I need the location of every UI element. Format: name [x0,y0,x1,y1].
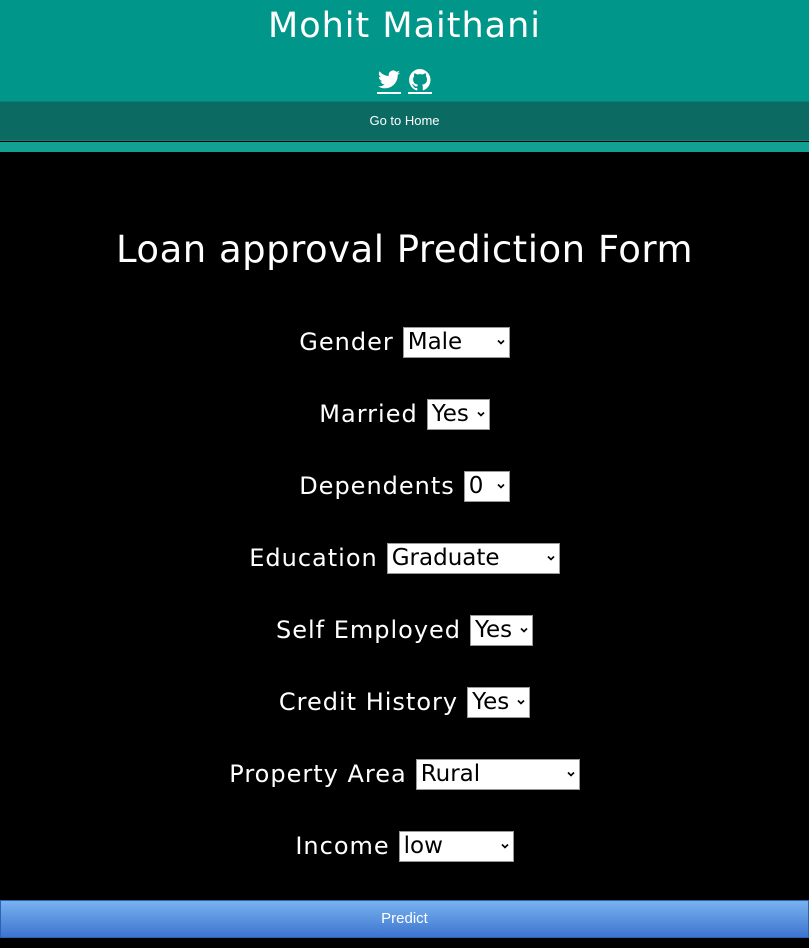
self-employed-select[interactable]: Yes [470,614,534,646]
twitter-icon [378,70,400,89]
chevron-down-icon [497,483,505,489]
education-select[interactable]: Graduate [386,542,560,574]
education-label: Education [249,544,378,572]
chevron-down-icon [501,843,509,849]
income-row: Income low [0,830,809,862]
property-area-row: Property Area Rural [0,758,809,790]
gender-label: Gender [299,328,394,356]
income-select[interactable]: low [398,830,514,862]
site-header: Mohit Maithani [0,0,809,101]
dependents-select[interactable]: 0 [463,470,510,502]
site-title: Mohit Maithani [268,6,541,46]
chevron-down-icon [517,699,525,705]
self-employed-label: Self Employed [275,616,462,644]
education-value: Graduate [391,544,500,571]
property-area-select[interactable]: Rural [415,758,580,790]
self-employed-row: Self Employed Yes [0,614,809,646]
education-row: Education Graduate [0,542,809,574]
dependents-value: 0 [468,472,484,499]
form-title: Loan approval Prediction Form [115,228,694,271]
chevron-down-icon [477,411,485,417]
github-link[interactable] [408,68,432,94]
chevron-down-icon [520,627,528,633]
social-links [0,68,809,94]
go-to-home-link[interactable]: Go to Home [0,102,809,140]
top-nav: Go to Home [0,101,809,141]
gender-row: Gender Male [0,326,809,358]
married-label: Married [319,400,418,428]
gender-value: Male [407,328,463,355]
credit-history-value: Yes [472,688,510,715]
header-divider [0,142,809,152]
twitter-link[interactable] [377,68,401,94]
married-select[interactable]: Yes [426,398,490,430]
chevron-down-icon [547,555,555,561]
dependents-row: Dependents 0 [0,470,809,502]
credit-history-row: Credit History Yes [0,686,809,718]
github-icon [409,69,431,91]
dependents-label: Dependents [299,472,455,500]
property-area-label: Property Area [229,760,407,788]
property-area-value: Rural [420,760,481,787]
credit-history-label: Credit History [278,688,459,716]
married-value: Yes [431,400,469,427]
credit-history-select[interactable]: Yes [467,686,531,718]
income-label: Income [295,832,390,860]
predict-button[interactable]: Predict [0,900,809,938]
chevron-down-icon [567,771,575,777]
income-value: low [403,832,443,859]
married-row: Married Yes [0,398,809,430]
self-employed-value: Yes [475,616,513,643]
gender-select[interactable]: Male [402,326,510,358]
chevron-down-icon [497,339,505,345]
